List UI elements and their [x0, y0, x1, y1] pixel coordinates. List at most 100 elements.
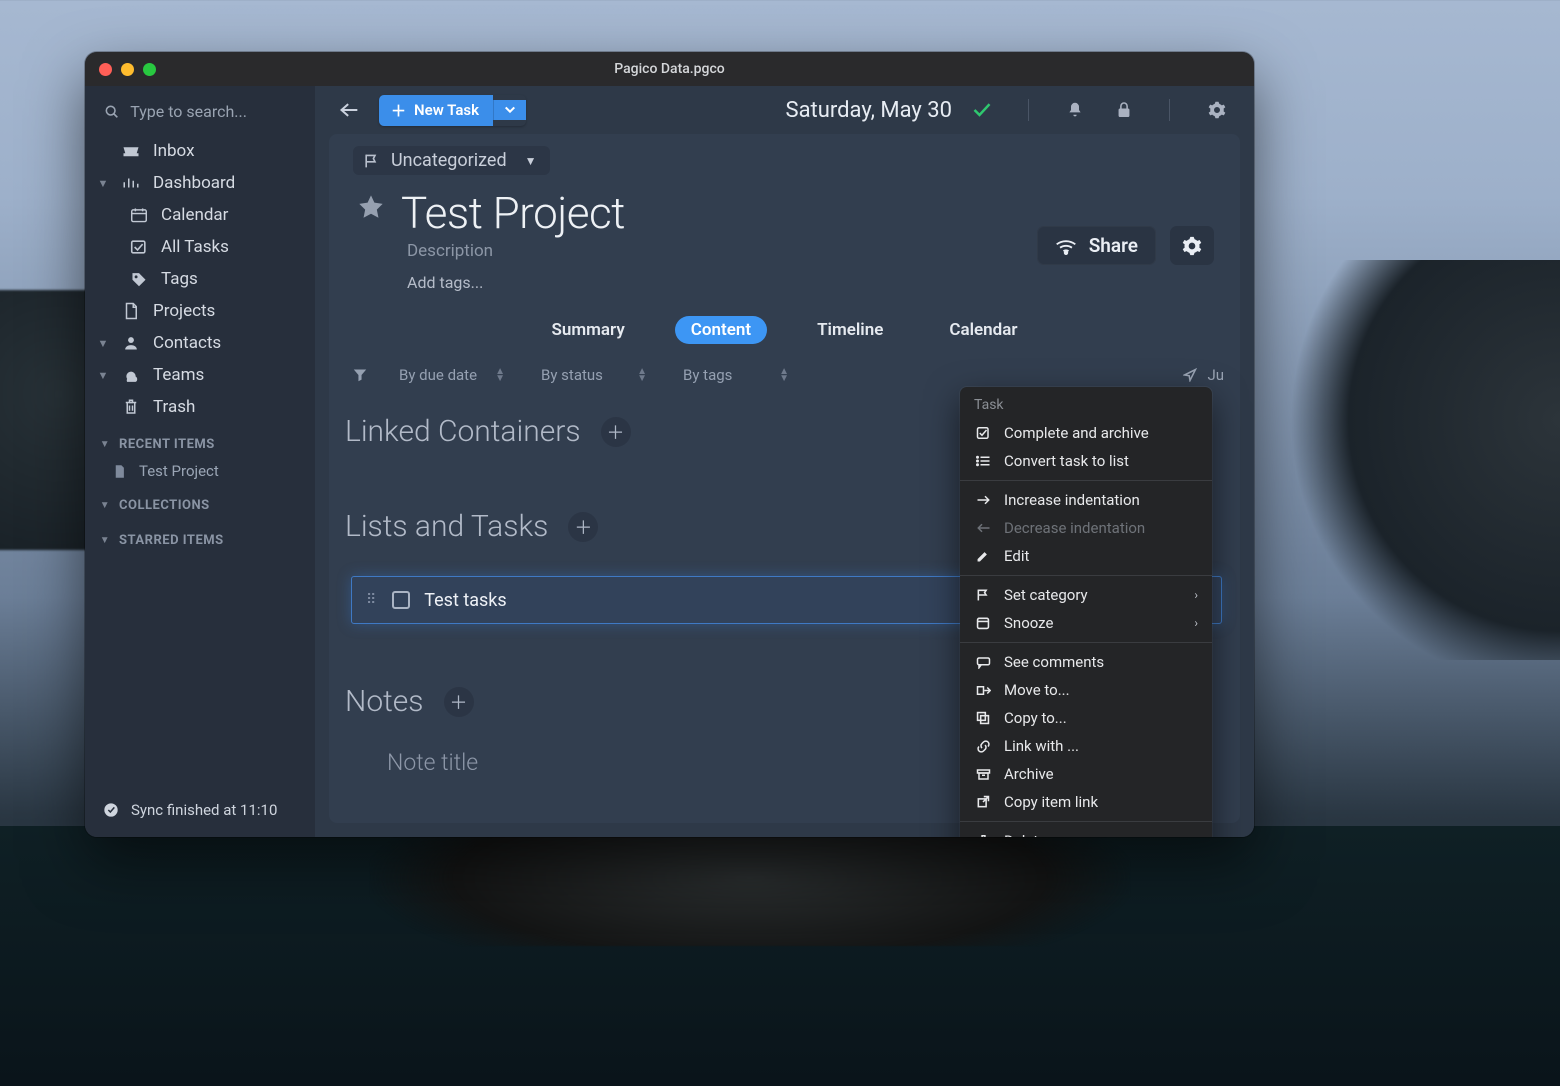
minimize-window-button[interactable] — [121, 63, 134, 76]
search-input[interactable] — [130, 102, 297, 121]
toolbar: ＋ New Task Saturday, May 30 — [315, 86, 1254, 134]
calendar-icon — [129, 207, 149, 223]
ctx-see-comments[interactable]: See comments — [960, 648, 1212, 676]
context-menu-title: Task — [960, 393, 1212, 419]
sidebar-label: Inbox — [153, 141, 195, 161]
cloud-icon — [121, 368, 141, 382]
sidebar-section-recent[interactable]: ▼ RECENT ITEMS — [85, 423, 315, 458]
ctx-label: Edit — [1004, 547, 1029, 565]
sidebar-section-collections[interactable]: ▼ COLLECTIONS — [85, 484, 315, 519]
ctx-link-with[interactable]: Link with ... — [960, 732, 1212, 760]
new-task-button[interactable]: ＋ New Task — [379, 95, 493, 126]
sidebar-item-calendar[interactable]: Calendar — [85, 199, 315, 231]
chevron-right-icon: › — [1194, 588, 1198, 602]
filter-label: By tags — [683, 366, 732, 384]
gear-icon[interactable] — [1198, 95, 1236, 125]
sidebar-section-starred[interactable]: ▼ STARRED ITEMS — [85, 519, 315, 554]
ctx-set-category[interactable]: Set category › — [960, 581, 1212, 609]
sidebar-item-inbox[interactable]: Inbox — [85, 135, 315, 167]
ctx-edit[interactable]: Edit — [960, 542, 1212, 570]
ctx-snooze[interactable]: Snooze › — [960, 609, 1212, 637]
sidebar: Inbox ▼ Dashboard Calendar All Tasks — [85, 86, 315, 837]
sidebar-item-tags[interactable]: Tags — [85, 263, 315, 295]
external-link-icon — [974, 795, 992, 809]
zoom-window-button[interactable] — [143, 63, 156, 76]
menu-separator — [960, 575, 1212, 576]
ctx-label: Copy item link — [1004, 793, 1098, 811]
check-icon — [972, 102, 992, 118]
project-tabs: Summary Content Timeline Calendar — [329, 316, 1240, 344]
filter-icon[interactable] — [345, 364, 375, 386]
wifi-icon — [1055, 237, 1077, 255]
comment-icon — [974, 656, 992, 669]
ctx-archive[interactable]: Archive — [960, 760, 1212, 788]
bell-icon[interactable] — [1057, 95, 1093, 125]
move-icon — [974, 684, 992, 697]
star-icon[interactable] — [357, 193, 385, 221]
sidebar-label: Contacts — [153, 333, 221, 353]
close-window-button[interactable] — [99, 63, 112, 76]
filter-status[interactable]: By status ▲▼ — [529, 362, 659, 388]
add-note-button[interactable]: ＋ — [444, 687, 474, 717]
drag-handle-icon[interactable]: ⠿ — [366, 592, 378, 608]
lock-icon[interactable] — [1107, 95, 1141, 125]
plus-icon: ＋ — [391, 100, 406, 121]
filter-tags[interactable]: By tags ▲▼ — [671, 362, 801, 388]
ctx-label: Snooze — [1004, 614, 1053, 632]
trash-icon — [121, 398, 141, 416]
new-task-split-button: ＋ New Task — [379, 95, 526, 126]
ctx-label: See comments — [1004, 653, 1104, 671]
add-tags[interactable]: Add tags... — [407, 273, 1240, 292]
back-button[interactable] — [333, 96, 365, 124]
ctx-label: Decrease indentation — [1004, 519, 1145, 537]
window-title: Pagico Data.pgco — [85, 61, 1254, 77]
ctx-label: Link with ... — [1004, 737, 1079, 755]
sidebar-label: Trash — [153, 397, 195, 417]
project-title[interactable]: Test Project — [401, 187, 625, 239]
share-button[interactable]: Share — [1037, 226, 1156, 265]
search-icon — [103, 104, 120, 120]
app-window: Pagico Data.pgco Inbox ▼ — [85, 52, 1254, 837]
filter-label: By status — [541, 366, 603, 384]
tab-timeline[interactable]: Timeline — [801, 316, 899, 344]
tag-icon — [129, 271, 149, 287]
checkbox-checked-icon — [129, 239, 149, 255]
category-chip[interactable]: Uncategorized ▼ — [353, 146, 550, 175]
person-icon — [121, 335, 141, 351]
project-settings-button[interactable] — [1170, 226, 1214, 265]
document-icon — [121, 302, 141, 320]
tab-calendar[interactable]: Calendar — [933, 316, 1033, 344]
recent-item[interactable]: Test Project — [85, 458, 315, 484]
filter-label: By due date — [399, 366, 477, 384]
ctx-label: Set category — [1004, 586, 1088, 604]
search-field-container[interactable] — [85, 96, 315, 135]
sync-status-text: Sync finished at 11:10 — [131, 801, 277, 819]
sidebar-item-teams[interactable]: ▼ Teams — [85, 359, 315, 391]
sidebar-item-all-tasks[interactable]: All Tasks — [85, 231, 315, 263]
new-task-dropdown[interactable] — [493, 100, 526, 120]
ctx-copy-item-link[interactable]: Copy item link — [960, 788, 1212, 816]
tab-summary[interactable]: Summary — [536, 316, 641, 344]
trash-icon — [974, 834, 992, 838]
tab-content[interactable]: Content — [675, 316, 767, 344]
sidebar-label: Tags — [161, 269, 198, 289]
add-list-task-button[interactable]: ＋ — [568, 512, 598, 542]
ctx-copy-to[interactable]: Copy to... — [960, 704, 1212, 732]
ctx-complete-archive[interactable]: Complete and archive — [960, 419, 1212, 447]
jump-to[interactable]: Ju — [1183, 366, 1224, 384]
sidebar-label: Calendar — [161, 205, 228, 225]
ctx-convert-to-list[interactable]: Convert task to list — [960, 447, 1212, 475]
menu-separator — [960, 480, 1212, 481]
sidebar-item-dashboard[interactable]: ▼ Dashboard — [85, 167, 315, 199]
task-checkbox[interactable] — [392, 591, 410, 609]
ctx-increase-indent[interactable]: Increase indentation — [960, 486, 1212, 514]
sidebar-item-trash[interactable]: Trash — [85, 391, 315, 423]
ctx-delete[interactable]: Delete — [960, 827, 1212, 837]
sidebar-item-projects[interactable]: Projects — [85, 295, 315, 327]
ctx-move-to[interactable]: Move to... — [960, 676, 1212, 704]
add-linked-container-button[interactable]: ＋ — [601, 417, 631, 447]
sidebar-label: Teams — [153, 365, 204, 385]
sidebar-item-contacts[interactable]: ▼ Contacts — [85, 327, 315, 359]
filter-due-date[interactable]: By due date ▲▼ — [387, 362, 517, 388]
section-title: Notes — [345, 684, 424, 719]
